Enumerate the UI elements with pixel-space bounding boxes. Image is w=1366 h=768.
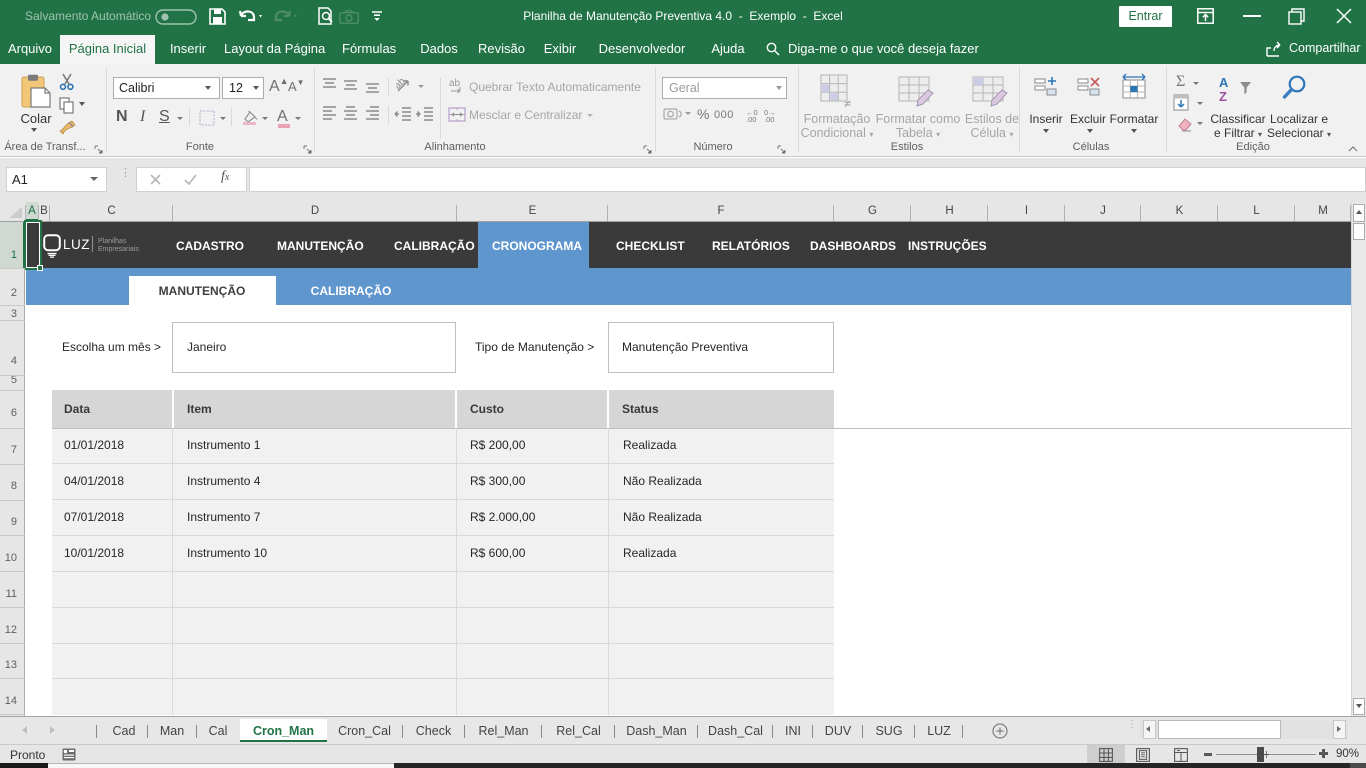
svg-text:≠: ≠ <box>844 96 851 110</box>
svg-text:ab: ab <box>396 77 408 92</box>
svg-text:A: A <box>1219 75 1229 90</box>
svg-text:.00: .00 <box>764 115 774 122</box>
svg-text:Z: Z <box>1219 89 1227 104</box>
svg-text:.00: .00 <box>746 115 756 122</box>
svg-text:ab: ab <box>449 78 461 89</box>
